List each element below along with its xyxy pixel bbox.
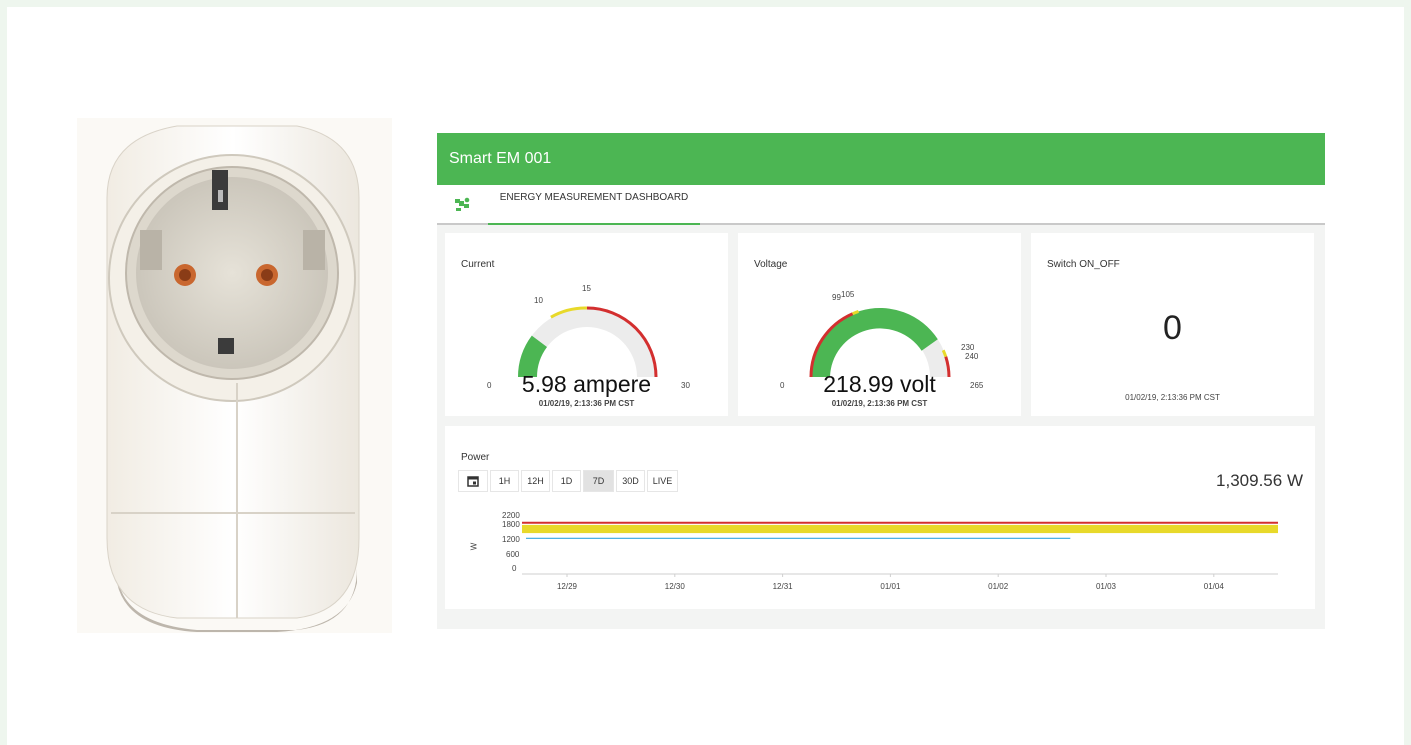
current-tick-15: 15 (582, 284, 591, 293)
range-button-1h[interactable]: 1H (490, 470, 519, 492)
chart-x-tick-label: 12/30 (665, 582, 686, 591)
tab-energy-measurement-dashboard[interactable]: ENERGY MEASUREMENT DASHBOARD (488, 185, 700, 225)
tab-bar: ENERGY MEASUREMENT DASHBOARD (437, 185, 1325, 225)
range-button-7d[interactable]: 7D (583, 470, 614, 492)
range-button-12h[interactable]: 12H (521, 470, 550, 492)
voltage-tick-105: 105 (841, 290, 855, 299)
power-card: Power 1,309.56 W 2200 1800 1200 600 0 W … (445, 426, 1315, 609)
chart-x-tick-label: 01/02 (988, 582, 1009, 591)
voltage-value: 218.99 volt (823, 371, 936, 397)
tab-label: ENERGY MEASUREMENT DASHBOARD (499, 192, 689, 203)
calendar-button[interactable] (458, 470, 488, 492)
app-title: Smart EM 001 (449, 150, 552, 167)
voltage-gauge-value-arc (811, 307, 938, 377)
voltage-tick-230: 230 (961, 343, 975, 352)
chart-x-tick-label: 12/31 (773, 582, 794, 591)
switch-title: Switch ON_OFF (1047, 259, 1120, 270)
power-chart: 12/29 12/30 12/31 01/01 01/02 01/03 01/04 (522, 521, 1278, 591)
smart-plug-photo (77, 118, 392, 633)
current-value: 5.98 ampere (521, 371, 652, 397)
chart-x-tick-label: 01/04 (1204, 582, 1225, 591)
current-card: Current 0 10 15 30 5.98 ampere 01/02/19,… (445, 233, 728, 416)
power-range-buttons: 1H 12H 1D 7D 30D LIVE (458, 470, 678, 492)
switch-value: 0 (1163, 309, 1182, 347)
voltage-tick-240: 240 (965, 352, 979, 361)
range-button-30d[interactable]: 30D (616, 470, 645, 492)
switch-card: Switch ON_OFF 0 01/02/19, 2:13:36 PM CST (1031, 233, 1314, 416)
range-button-1d[interactable]: 1D (552, 470, 581, 492)
voltage-card: Voltage 0 99 105 230 240 265 218.99 volt… (738, 233, 1021, 416)
dashboard-panel: Smart EM 001 ENERGY MEASUREMENT DASHBOAR… (437, 133, 1325, 629)
current-tick-10: 10 (534, 296, 543, 305)
energy-icon[interactable] (453, 195, 471, 213)
range-button-live[interactable]: LIVE (647, 470, 678, 492)
current-timestamp: 01/02/19, 2:13:36 PM CST (538, 399, 635, 408)
calendar-icon (467, 476, 479, 487)
voltage-timestamp: 01/02/19, 2:13:36 PM CST (831, 399, 928, 408)
chart-yellow-band (522, 524, 1278, 534)
switch-timestamp: 01/02/19, 2:13:36 PM CST (1125, 393, 1220, 402)
chart-x-tick-label: 12/29 (557, 582, 578, 591)
app-header: Smart EM 001 (437, 133, 1325, 185)
chart-x-tick-label: 01/01 (880, 582, 901, 591)
chart-x-tick-label: 01/03 (1096, 582, 1117, 591)
